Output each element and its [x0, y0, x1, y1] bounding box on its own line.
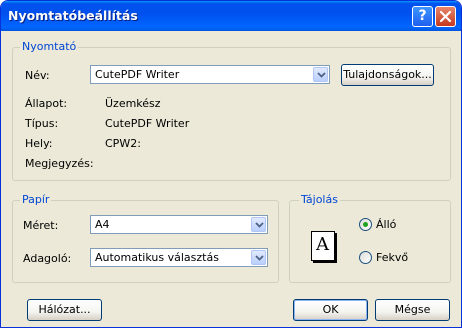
location-value: CPW2:: [105, 137, 141, 150]
cancel-button[interactable]: Mégse: [375, 299, 450, 321]
print-setup-dialog: Nyomtatóbeállítás ? Nyomtató Név: CutePD…: [0, 0, 462, 328]
radio-selected-dot: [363, 222, 368, 227]
paper-group-label: Papír: [20, 193, 52, 206]
help-icon: ?: [418, 8, 427, 24]
paper-source-label: Adagoló:: [23, 252, 72, 265]
help-button[interactable]: ?: [412, 6, 433, 27]
window-title: Nyomtatóbeállítás: [8, 8, 138, 23]
landscape-label[interactable]: Fekvő: [376, 251, 408, 264]
paper-size-dropdown[interactable]: A4: [90, 215, 268, 234]
status-value: Üzemkész: [105, 97, 161, 110]
paper-size-label: Méret:: [23, 219, 59, 232]
portrait-radio[interactable]: [359, 218, 372, 231]
paper-source-dropdown[interactable]: Automatikus választás: [90, 248, 268, 267]
portrait-page-icon: A: [311, 231, 335, 261]
landscape-radio[interactable]: [359, 251, 372, 264]
title-bar[interactable]: Nyomtatóbeállítás ?: [1, 1, 461, 31]
chevron-down-icon[interactable]: [251, 250, 266, 265]
chevron-down-icon[interactable]: [313, 67, 328, 82]
orientation-group-label: Tájolás: [299, 193, 340, 206]
close-button[interactable]: [435, 6, 456, 27]
chevron-down-icon[interactable]: [251, 217, 266, 232]
portrait-label[interactable]: Álló: [376, 218, 396, 231]
network-button[interactable]: Hálózat...: [27, 299, 102, 321]
location-label: Hely:: [25, 137, 53, 150]
type-label: Típus:: [25, 117, 59, 130]
type-value: CutePDF Writer: [105, 117, 190, 130]
close-icon: [439, 10, 452, 23]
paper-size-value: A4: [95, 218, 110, 231]
page-preview-letter: A: [316, 234, 329, 255]
printer-name-dropdown[interactable]: CutePDF Writer: [90, 65, 330, 84]
ok-button[interactable]: OK: [293, 299, 368, 321]
properties-button[interactable]: Tulajdonságok...: [341, 64, 434, 86]
status-label: Állapot:: [25, 97, 68, 110]
paper-group: [12, 200, 279, 283]
printer-name-label: Név:: [25, 69, 50, 82]
paper-source-value: Automatikus választás: [95, 251, 219, 264]
comment-label: Megjegyzés:: [25, 157, 94, 170]
printer-name-value: CutePDF Writer: [95, 68, 180, 81]
printer-group-label: Nyomtató: [20, 40, 79, 53]
